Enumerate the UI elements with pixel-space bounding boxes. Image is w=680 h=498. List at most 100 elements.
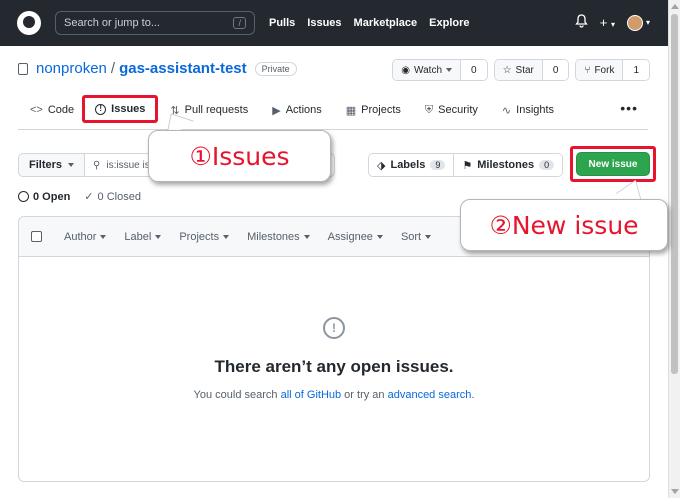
new-issue-highlight: New issue [570,146,656,182]
filter-label: Label [124,230,152,243]
github-logo-icon[interactable] [17,11,41,35]
open-count: 0 Open [33,190,71,203]
tab-label: Insights [516,104,555,116]
vertical-scrollbar[interactable] [668,0,680,498]
tab-insights[interactable]: ∿ Insights [490,96,566,124]
graph-icon: ∿ [501,104,512,117]
nav-issues[interactable]: Issues [307,17,341,29]
labels-count: 9 [430,160,446,170]
create-new-icon[interactable]: + ▾ [600,15,615,30]
subtitle-text: You could search [193,389,281,401]
tab-code[interactable]: <> Code [18,96,86,124]
select-all-checkbox[interactable] [31,231,42,242]
scroll-down-arrow-icon[interactable] [671,489,679,494]
header-actions: + ▾ ▾ [574,14,650,31]
star-button[interactable]: ☆ Star [494,60,543,80]
labels-milestones-group: ⬗ Labels 9 ⚑ Milestones 0 [368,153,564,177]
search-all-github-link[interactable]: all of GitHub [281,389,342,401]
more-tabs-button[interactable]: ••• [610,96,648,120]
tab-label: Projects [361,104,401,116]
play-icon: ▶ [272,104,281,117]
repo-actions: ◉ Watch 0 ☆ Star 0 ⑂ Fork 1 [392,59,650,81]
tag-icon: ⬗ [377,159,386,172]
watch-button-group: ◉ Watch 0 [392,59,488,81]
callout-new-issue: ②New issue [460,199,668,251]
search-input[interactable]: Search or jump to... / [55,11,255,35]
filter-label: Sort [400,230,422,243]
star-icon: ☆ [502,64,512,76]
fork-icon: ⑂ [584,64,591,76]
milestones-button[interactable]: ⚑ Milestones 0 [453,154,563,176]
project-icon: ▦ [345,104,357,117]
empty-state-subtitle: You could search all of GitHub or try an… [19,389,649,401]
watch-label: Watch [414,64,442,76]
code-icon: <> [30,104,43,116]
shield-icon: ⛨ [424,103,434,116]
nav-explore[interactable]: Explore [429,17,469,29]
assignee-filter[interactable]: Assignee [328,231,383,243]
callout-issues: ①Issues [148,130,331,182]
milestones-filter[interactable]: Milestones [247,231,310,243]
watch-count[interactable]: 0 [461,60,487,80]
issue-opened-icon: ! [323,317,345,339]
repo-name-link[interactable]: gas-assistant-test [119,60,247,77]
filters-dropdown[interactable]: Filters [18,153,86,177]
tab-security[interactable]: ⛨ Security [413,96,490,124]
chevron-down-icon [223,234,230,239]
closed-count: 0 Closed [97,190,141,203]
tab-issues[interactable]: ! Issues [82,95,159,123]
search-shortcut-hint: / [233,17,246,29]
milestones-label: Milestones [477,159,535,171]
search-icon: ⚲ [93,159,101,171]
filter-label: Assignee [327,230,373,243]
scrollbar-thumb[interactable] [671,14,678,374]
chevron-down-icon [446,68,452,72]
chevron-down-icon: ▾ [610,20,615,29]
issues-list: Author Label Projects Milestones Assigne… [18,216,650,482]
global-header: Search or jump to... / Pulls Issues Mark… [0,0,668,46]
lock-icon [18,62,28,75]
milestones-count: 0 [539,160,555,170]
closed-issues-link[interactable]: ✓ 0 Closed [84,190,141,204]
plus-glyph: + [599,15,608,30]
issue-opened-icon [18,191,29,202]
projects-filter[interactable]: Projects [179,231,230,243]
chevron-down-icon [68,163,75,167]
issue-state-toggle: 0 Open ✓ 0 Closed [18,190,141,203]
issue-opened-icon: ! [95,103,107,115]
new-issue-button[interactable]: New issue [576,152,650,176]
filters-label: Filters [29,159,63,171]
sort-filter[interactable]: Sort [400,230,432,243]
check-icon: ✓ [84,191,94,203]
tab-projects[interactable]: ▦ Projects [334,96,413,124]
avatar [626,14,643,31]
advanced-search-link[interactable]: advanced search [388,389,472,401]
labels-button[interactable]: ⬗ Labels 9 [369,154,454,176]
scroll-up-arrow-icon[interactable] [671,4,679,9]
empty-state: ! There aren’t any open issues. You coul… [19,317,649,401]
milestone-icon: ⚑ [462,159,473,172]
repo-separator: / [110,60,116,77]
chevron-down-icon [425,234,432,239]
watch-button[interactable]: ◉ Watch [393,60,461,80]
eye-icon: ◉ [401,64,411,76]
user-menu[interactable]: ▾ [626,14,650,31]
notification-bell-icon[interactable] [574,14,588,31]
empty-state-title: There aren’t any open issues. [214,357,454,376]
tab-label: Code [47,104,75,116]
subtitle-text: . [471,389,475,401]
fork-button[interactable]: ⑂ Fork [576,60,624,80]
star-button-group: ☆ Star 0 [493,59,570,81]
nav-marketplace[interactable]: Marketplace [354,17,418,29]
labels-label: Labels [390,159,426,171]
star-count[interactable]: 0 [542,60,569,80]
visibility-badge: Private [254,61,297,76]
author-filter[interactable]: Author [64,231,107,243]
nav-pulls[interactable]: Pulls [269,17,295,29]
tab-actions[interactable]: ▶ Actions [260,96,334,124]
repo-owner-link[interactable]: nonproken [36,60,107,77]
label-filter[interactable]: Label [124,230,162,243]
chevron-down-icon: ▾ [645,18,650,27]
fork-count[interactable]: 1 [623,60,649,80]
open-issues-link[interactable]: 0 Open [18,190,70,203]
